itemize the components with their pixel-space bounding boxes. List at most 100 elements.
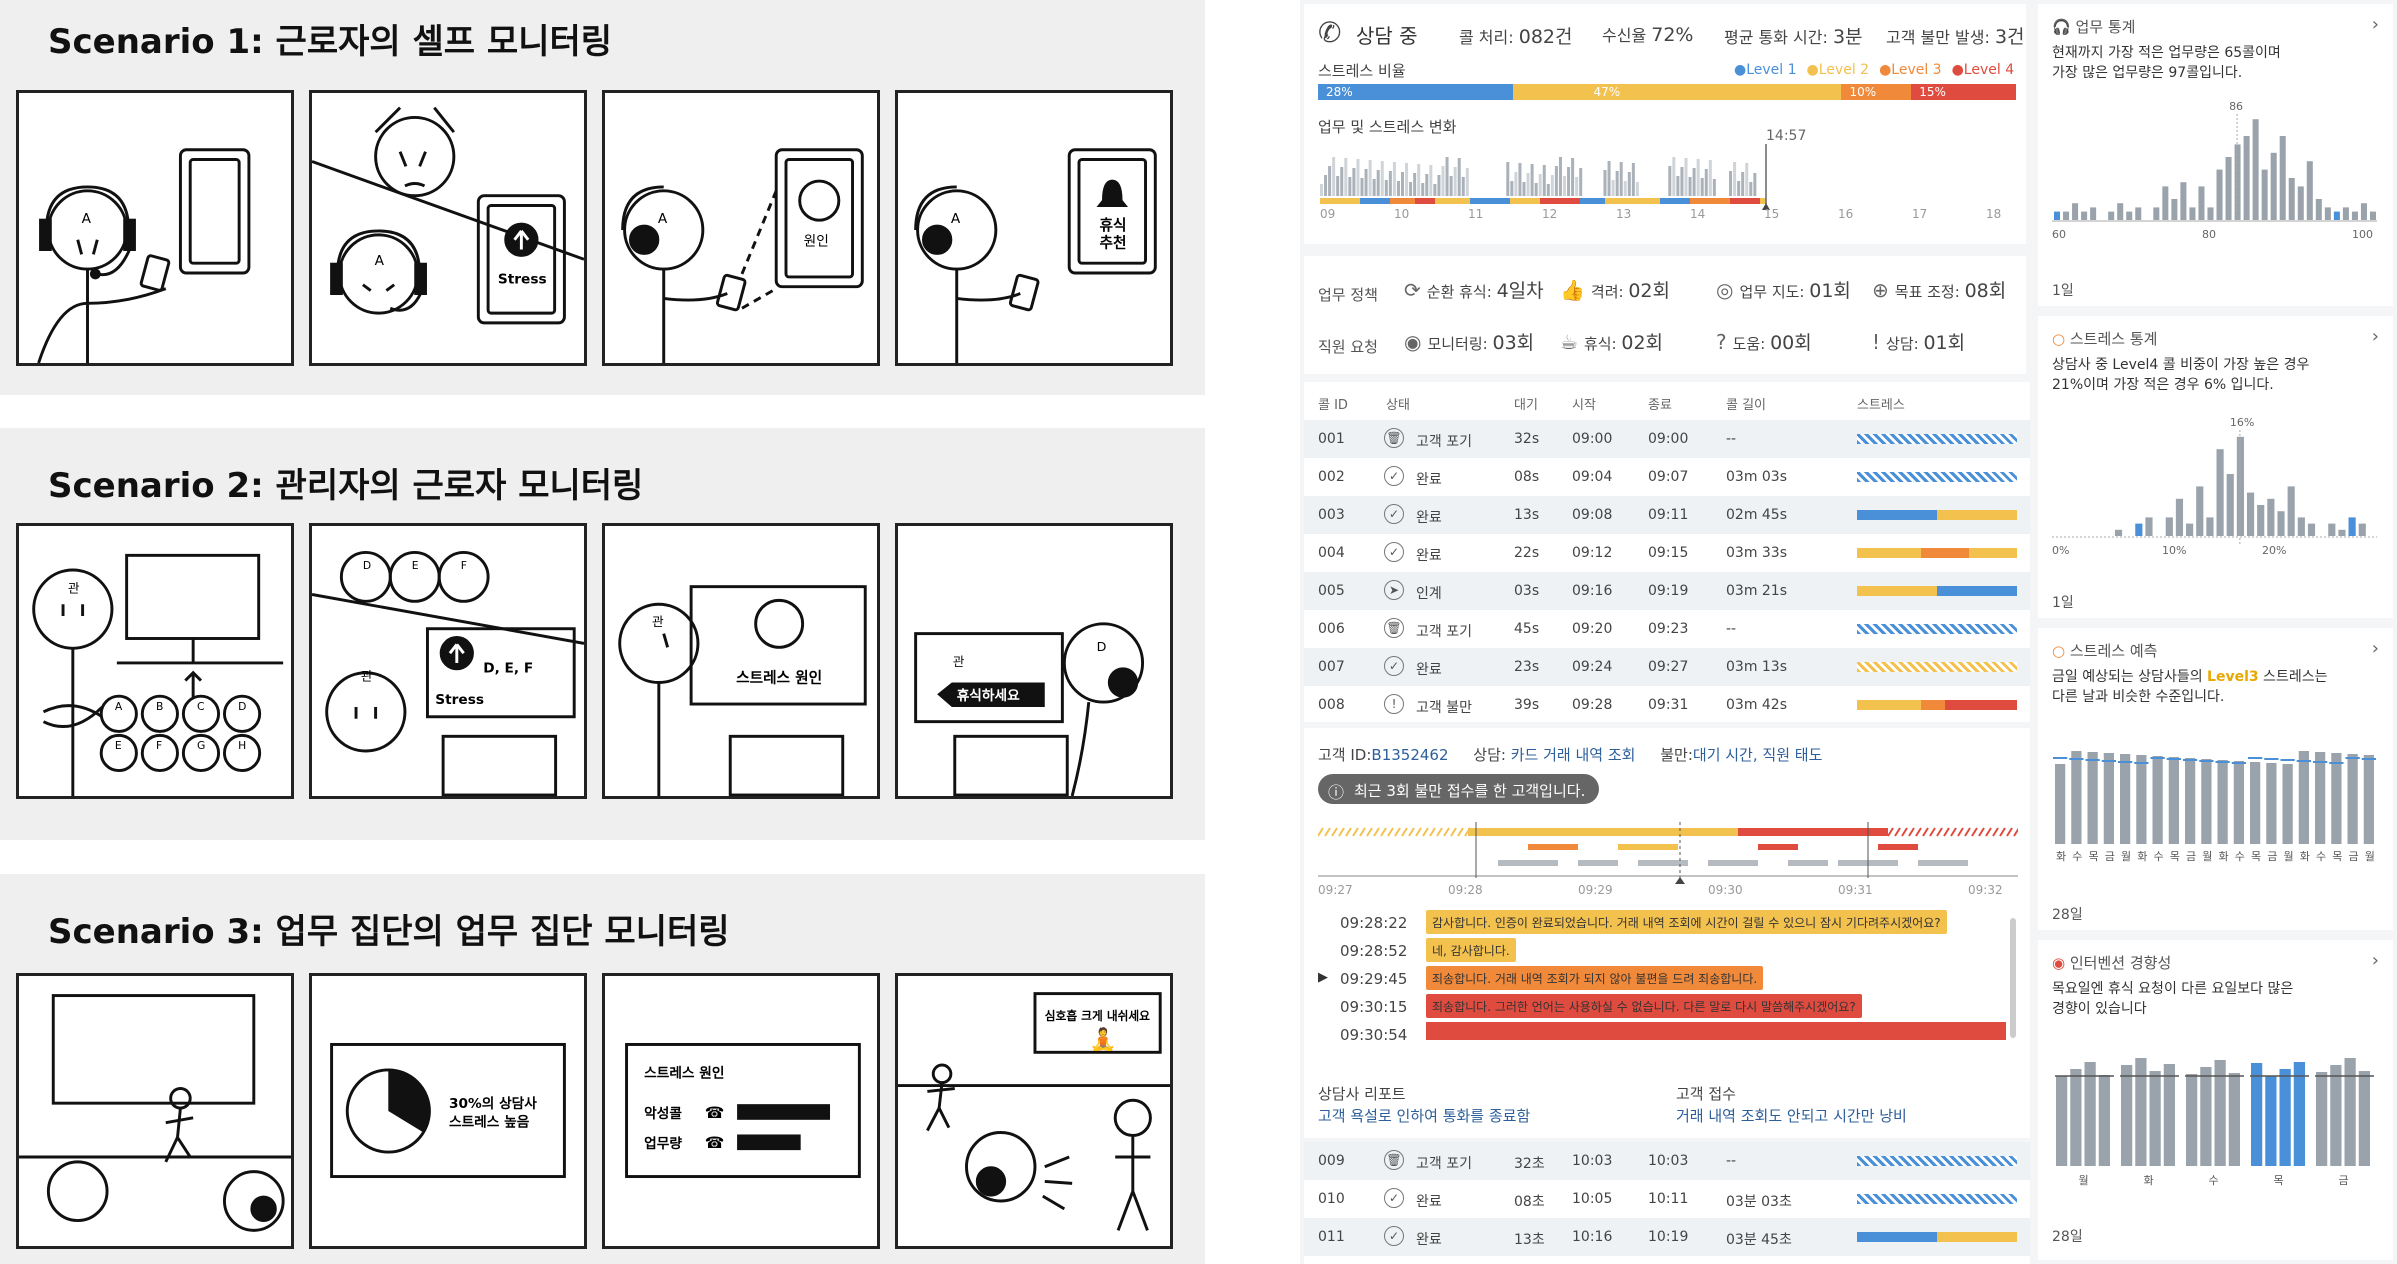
chevron-right-icon[interactable]: › [2372, 950, 2379, 971]
forecast-bar [2347, 754, 2358, 844]
row-status: 고객 포기 [1416, 1156, 1472, 1172]
policy-item[interactable]: ◉ 모니터링: 03회 [1404, 328, 1534, 362]
timeline-stripe [1380, 827, 1387, 837]
work-bar [1409, 182, 1413, 196]
work-bar [1372, 179, 1376, 196]
message-row[interactable]: 09:30:15 죄송합니다. 그러한 언어는 사용하실 수 없습니다. 다른 말… [1318, 994, 2008, 1020]
row-id: 011 [1318, 1229, 1345, 1245]
policy-item-label: 상담: [1886, 335, 1924, 353]
table-row[interactable]: 007 23s 09:24 09:27 03m 13s ✓ 완료 [1304, 648, 2030, 686]
row-wait: 13s [1514, 507, 1540, 523]
stress-line-segment [1390, 198, 1415, 204]
policy-item[interactable]: ⟳ 순환 휴식: 4일차 [1404, 276, 1544, 310]
receipt-title: 고객 접수 [1676, 1085, 1736, 1103]
side-card-stress[interactable]: ○ 스트레스 통계 › 상담사 중 Level4 콜 비중이 가장 높은 경우 … [2038, 316, 2393, 618]
timeline-segment [1498, 860, 1558, 866]
table-row[interactable]: 006 45s 09:20 09:23 -- 🗑 고객 포기 [1304, 610, 2030, 648]
stress-line-segment [1640, 198, 1660, 204]
message-scrollbar[interactable] [2010, 918, 2016, 1038]
histogram-bar [2270, 152, 2277, 220]
forecast-chart: 화수목금월화수목금월화수목금월화수목금월 [2053, 751, 2376, 863]
histogram-bar [2171, 199, 2178, 220]
timeline-stripe [1436, 827, 1443, 837]
status-label: 상담 중 [1356, 24, 1418, 48]
histogram-bar [2114, 529, 2123, 536]
work-bar [1526, 173, 1530, 196]
policy-item[interactable]: 👍 격려: 02회 [1560, 276, 1670, 310]
workload-footer: 1일 [2052, 283, 2074, 299]
histogram-bar [2081, 211, 2088, 220]
table-row[interactable]: 010 08초 10:05 10:11 03분 03초 ✓ 완료 [1304, 1180, 2030, 1218]
histogram-bar [2261, 169, 2268, 220]
policy-item[interactable]: ! 상담: 01회 [1872, 328, 1965, 362]
work-bar [1392, 162, 1396, 196]
work-bar [1542, 165, 1546, 196]
message-row[interactable]: 09:28:22 감사합니다. 인증이 완료되었습니다. 거래 내역 조회에 시간… [1318, 910, 2008, 936]
histogram-bar [2279, 136, 2286, 220]
message-row[interactable]: 09:30:54 [1318, 1022, 2008, 1040]
policy-item[interactable]: ? 도움: 00회 [1716, 328, 1812, 362]
table-row[interactable]: 004 22s 09:12 09:15 03m 33s ✓ 완료 [1304, 534, 2030, 572]
work-bar [1684, 158, 1688, 196]
side-card-forecast[interactable]: ○ 스트레스 예측 › 금일 예상되는 상담사들의 Level3 스트레스는 다… [2038, 628, 2393, 930]
table-row[interactable]: 002 08s 09:04 09:07 03m 03s ✓ 완료 [1304, 458, 2030, 496]
work-bar [1704, 169, 1708, 196]
row-status: 고객 포기 [1416, 434, 1472, 450]
s1-rest-label-1: 휴식 [1100, 217, 1127, 234]
message-list[interactable]: 09:28:22 감사합니다. 인증이 완료되었습니다. 거래 내역 조회에 시간… [1318, 910, 2008, 1040]
work-bar [1530, 164, 1534, 196]
message-row[interactable]: ▶ 09:29:45 죄송합니다. 거래 내역 조회가 되지 않아 불편을 드려 죄… [1318, 966, 2008, 992]
policy-item[interactable]: ⊕ 목표 조정: 08회 [1872, 276, 2006, 310]
avg-label: 평균 통화 시간: [1724, 28, 1833, 47]
chevron-right-icon[interactable]: › [2372, 638, 2379, 659]
histogram-bar [2287, 486, 2295, 536]
forecast-bar [2217, 760, 2228, 844]
side-card-workload[interactable]: 🎧 업무 통계 › 현재까지 가장 적은 업무량은 65콜이며 가장 많은 업무… [2038, 4, 2393, 306]
side-card-intervention[interactable]: ◉ 인터벤션 경향성 › 목요일엔 휴식 요청이 다른 요일보다 많은 경향이 … [2038, 940, 2393, 1260]
row-status: 인계 [1416, 586, 1442, 602]
table-row[interactable]: 001 32s 09:00 09:00 -- 🗑 고객 포기 [1304, 420, 2030, 458]
rate-label: 수신율 [1602, 26, 1652, 45]
table-row[interactable]: 009 32초 10:03 10:03 -- 🗑 고객 포기 [1304, 1142, 2030, 1180]
table-body: 001 32s 09:00 09:00 -- 🗑 고객 포기 002 08s 09:04 09:07… [1304, 420, 2030, 724]
s3-stat-line-2: 스트레스 높음 [449, 1115, 530, 1131]
intervention-tick: 화 [2144, 1174, 2154, 1187]
policy-item[interactable]: ☕ 휴식: 02회 [1560, 328, 1663, 362]
histogram-bar [2216, 169, 2223, 220]
chat-icon: ! [1872, 330, 1881, 354]
table-row[interactable]: 008 39s 09:28 09:31 03m 42s! 고객 불만 [1304, 686, 2030, 724]
work-chart-tick: 14 [1690, 207, 1705, 221]
policy-item[interactable]: ◎ 업무 지도: 01회 [1716, 276, 1851, 310]
table-row[interactable]: 005 03s 09:16 09:19 03m 21s ➤ 인계 [1304, 572, 2030, 610]
stress-ratio-title: 스트레스 비율 [1318, 62, 1406, 80]
timeline-stripe [1359, 827, 1366, 837]
histogram-bar [2288, 178, 2295, 220]
intervention-bar [2200, 1067, 2212, 1166]
warning-text: 최근 3회 불만 접수를 한 고객입니다. [1354, 782, 1586, 800]
message-row[interactable]: 09:28:52 네, 감사합니다. [1318, 938, 2008, 964]
forecast-bar [2152, 756, 2163, 844]
timeline-stripe [1366, 827, 1373, 837]
play-icon: ▶ [1318, 970, 1328, 985]
chevron-right-icon[interactable]: › [2372, 326, 2379, 347]
intervention-bar [2358, 1071, 2370, 1166]
work-bar [1575, 177, 1579, 196]
intervention-tick: 월 [2079, 1174, 2089, 1187]
forecast-bar [2233, 761, 2244, 844]
check-icon: ✓ [1384, 504, 1404, 524]
policy-row: ⟳ 순환 휴식: 4일차 👍 격려: 02회 ◎ 업무 지도: 01회 ⊕ 목표 조정: 08… [1404, 276, 2024, 310]
stress-bar-segment [1937, 510, 2017, 520]
work-bar [1380, 161, 1384, 196]
timeline-tick: 09:29 [1578, 883, 1613, 897]
table-row[interactable]: 003 13s 09:08 09:11 02m 45s ✓ 완료 [1304, 496, 2030, 534]
forecast-bar [2315, 752, 2326, 844]
intervention-bar [2149, 1071, 2161, 1166]
message-bubble [1426, 1022, 2006, 1040]
work-bar [1506, 162, 1510, 196]
row-status: 완료 [1416, 1194, 1442, 1210]
chevron-right-icon[interactable]: › [2372, 14, 2379, 35]
agent-label: H [238, 739, 246, 752]
table-row[interactable]: 011 13초 10:16 10:19 03분 45초 ✓ 완료 [1304, 1218, 2030, 1256]
workload-title-text: 업무 통계 [2075, 18, 2136, 36]
histogram-bar [2135, 207, 2142, 220]
